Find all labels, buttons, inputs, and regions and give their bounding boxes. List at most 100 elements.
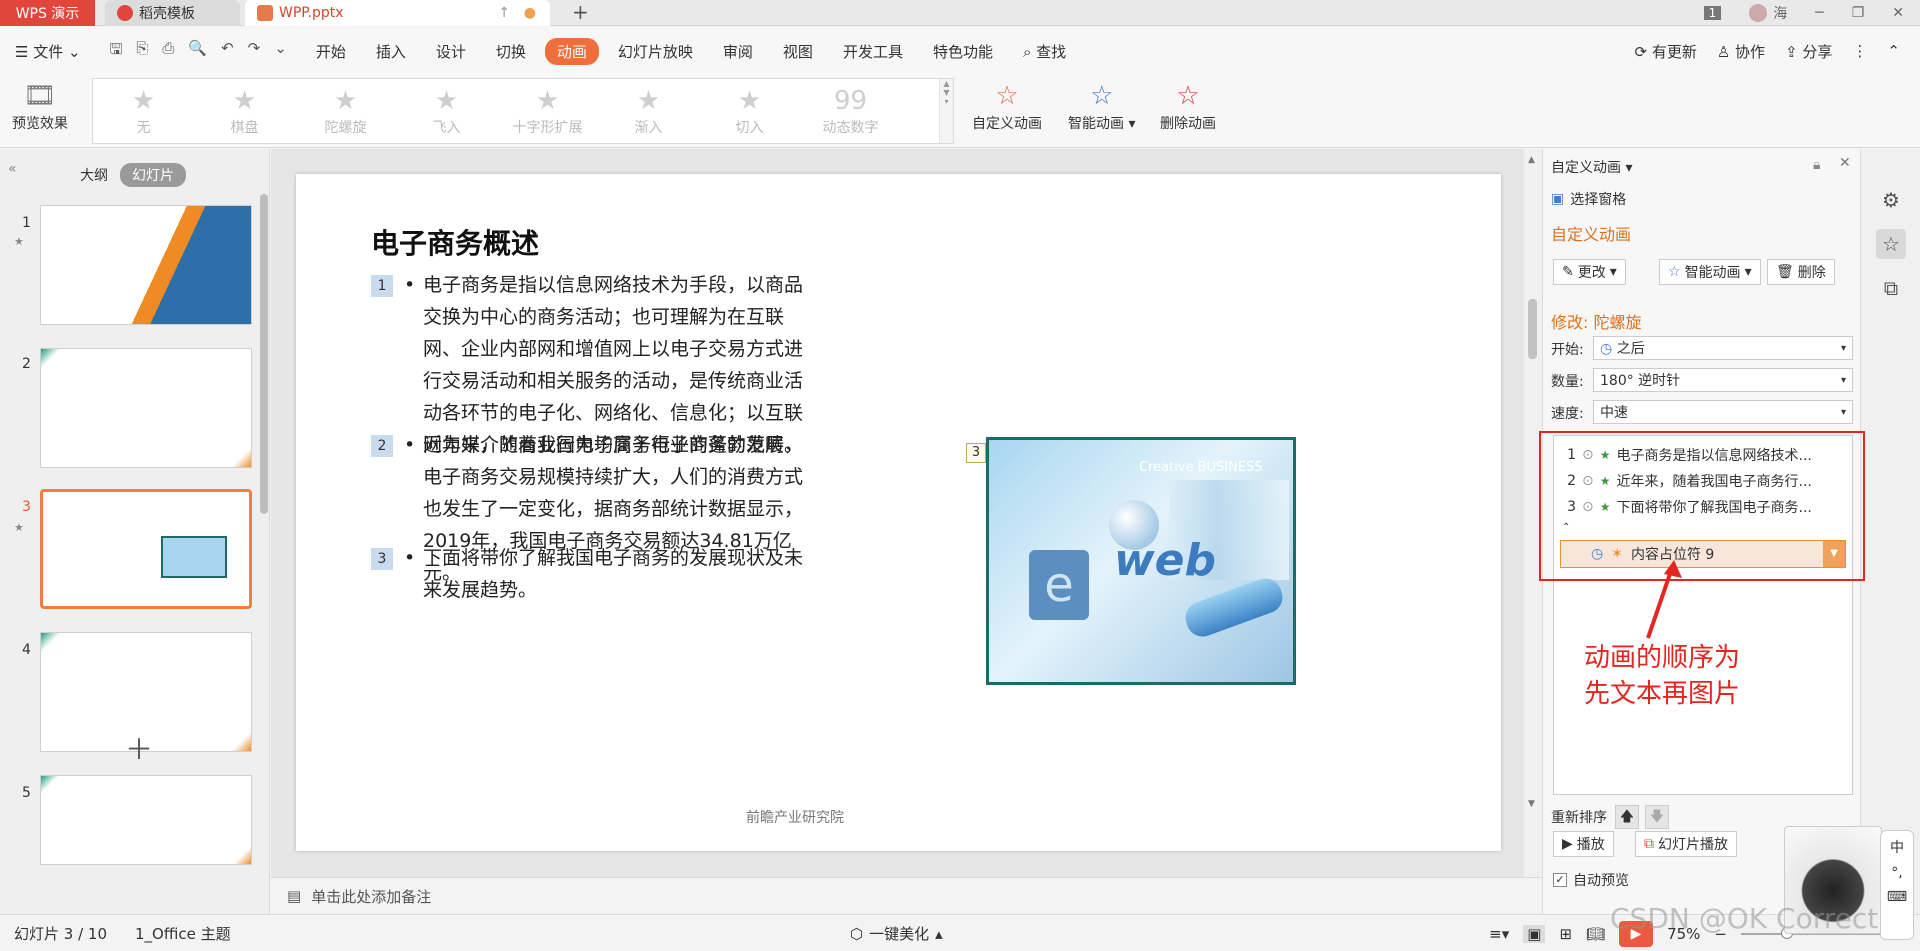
more-options-icon[interactable]: ⋮	[1852, 42, 1867, 60]
selection-pane-link[interactable]: ▣ 选择窗格	[1551, 189, 1626, 209]
menu-animation[interactable]: 动画	[544, 37, 599, 65]
gallery-fade[interactable]: ★ 渐入	[598, 79, 699, 143]
gallery-spin[interactable]: ★ 陀螺旋	[295, 79, 396, 143]
delete-button[interactable]: 🗑︎ 删除	[1767, 259, 1835, 285]
slide-thumbnail-5[interactable]	[40, 775, 252, 865]
gallery-scrollbar[interactable]: ▲ ▼ ▾	[939, 79, 953, 143]
notes-area[interactable]: ▤ 单击此处添加备注	[271, 877, 1542, 914]
slide[interactable]: 电子商务概述 1 • 电子商务是指以信息网络技术为手段，以商品交换为中心的商务活…	[296, 174, 1501, 851]
custom-animation-button[interactable]: ☆ 自定义动画	[972, 79, 1042, 133]
print-preview-icon[interactable]: 🔍	[188, 39, 207, 64]
gallery-none[interactable]: ★ 无	[93, 79, 194, 143]
more-icon[interactable]: ⌄	[274, 39, 287, 64]
slide-thumbnail-1[interactable]	[40, 205, 252, 325]
bullet-icon: •	[404, 434, 416, 456]
panel-close-icon[interactable]: ✕	[1839, 155, 1851, 171]
share-button[interactable]: ⇪ 分享	[1785, 41, 1832, 62]
speed-select[interactable]: 中速 ▾	[1593, 400, 1853, 424]
menu-developer[interactable]: 开发工具	[828, 41, 918, 62]
move-up-button[interactable]: 🡅	[1615, 805, 1639, 829]
paragraph-3[interactable]: 3 • 下面将带你了解我国电子商务的发展现状及未来发展趋势。	[371, 542, 821, 606]
menu-review[interactable]: 审阅	[708, 41, 768, 62]
quick-access: 🖫 ⎘ ⎙ 🔍 ↶ ↷ ⌄	[96, 39, 301, 64]
scroll-up-icon[interactable]: ▲	[1528, 155, 1535, 165]
gallery-fly-in[interactable]: ★ 飞入	[396, 79, 497, 143]
search-button[interactable]: ⌕ 查找	[1008, 41, 1081, 62]
menu-design[interactable]: 设计	[421, 41, 481, 62]
sorter-view-icon[interactable]: ⊞	[1559, 925, 1572, 943]
e-letter-shape: e	[1029, 550, 1089, 620]
template-tab[interactable]: 稻壳模板	[105, 0, 240, 26]
scroll-down-icon[interactable]: ▼	[1528, 799, 1535, 809]
panel-title[interactable]: 自定义动画 ▾	[1551, 157, 1632, 177]
menu-view[interactable]: 视图	[768, 41, 828, 62]
reorder-label: 重新排序 🡅 🡇	[1551, 805, 1669, 829]
print-icon[interactable]: ⎙	[162, 39, 174, 64]
lock-icon[interactable]: 🔒︎	[1813, 157, 1820, 173]
ime-toolbar[interactable]: 中 °, ⌨	[1880, 830, 1914, 940]
properties-icon[interactable]: ⚙	[1876, 185, 1906, 215]
delete-animation-button[interactable]: ☆ 删除动画	[1160, 79, 1216, 133]
tab-outline[interactable]: 大纲	[80, 165, 108, 185]
menu-transition[interactable]: 切换	[481, 41, 541, 62]
beautify-icon: ⬡	[850, 924, 864, 943]
menu-features[interactable]: 特色功能	[918, 41, 1008, 62]
gallery-count[interactable]: 99 动态数字	[800, 79, 901, 143]
collab-button[interactable]: ♙ 协作	[1717, 41, 1765, 62]
gallery-plus[interactable]: ★ 十字形扩展	[497, 79, 598, 143]
upload-icon[interactable]: ↑	[498, 5, 510, 21]
undo-icon[interactable]: ↶	[221, 39, 234, 64]
tab-slides[interactable]: 幻灯片	[120, 163, 186, 187]
notes-toggle-icon[interactable]: ≡▾	[1489, 925, 1509, 943]
bullet-icon: •	[404, 547, 416, 569]
theme-name[interactable]: 1_Office 主题	[121, 923, 245, 944]
user-avatar[interactable]: 海	[1749, 3, 1787, 23]
redo-icon[interactable]: ↷	[248, 39, 261, 64]
scroll-thumb[interactable]	[1528, 299, 1537, 359]
start-select[interactable]: ◷ 之后 ▾	[1593, 336, 1853, 360]
menu-insert[interactable]: 插入	[361, 41, 421, 62]
amount-label: 数量:	[1551, 374, 1584, 390]
minimize-icon[interactable]: ─	[1815, 5, 1823, 21]
speed-label: 速度:	[1551, 406, 1584, 422]
close-icon[interactable]: ✕	[1892, 5, 1904, 21]
change-button[interactable]: ✎ 更改 ▾	[1553, 259, 1626, 285]
app-tab[interactable]: WPS 演示	[0, 0, 95, 26]
business-image[interactable]: Creative BUSINESS e web	[986, 437, 1296, 685]
reading-view-icon[interactable]: 📖︎	[1586, 925, 1605, 943]
slide-title[interactable]: 电子商务概述	[371, 222, 539, 262]
amount-select[interactable]: 180° 逆时针 ▾	[1593, 368, 1853, 392]
move-down-button[interactable]: 🡇	[1645, 805, 1669, 829]
smart-animation-button[interactable]: ☆ 智能动画 ▾	[1068, 79, 1135, 133]
restore-icon[interactable]: ❐	[1852, 5, 1865, 21]
save-icon[interactable]: 🖫	[110, 39, 123, 64]
preview-button[interactable]: 🎞 预览效果	[12, 79, 68, 133]
bullet-icon: •	[404, 274, 416, 296]
collapse-ribbon-icon[interactable]: ⌃	[1887, 42, 1900, 60]
menu-slideshow[interactable]: 幻灯片放映	[603, 41, 708, 62]
transition-icon[interactable]: ⧉	[1876, 273, 1906, 303]
slideshow-button[interactable]: ⧉ 幻灯片播放	[1635, 831, 1737, 857]
update-button[interactable]: ⟳ 有更新	[1634, 41, 1696, 62]
gallery-checkerboard[interactable]: ★ 棋盘	[194, 79, 295, 143]
normal-view-icon[interactable]: ▣	[1523, 924, 1546, 943]
add-slide-icon[interactable]: ＋	[125, 728, 153, 768]
thumbnail-scrollbar[interactable]	[260, 194, 268, 514]
new-tab-icon[interactable]: +	[572, 0, 589, 24]
file-menu[interactable]: ☰ 文件 ⌄	[0, 41, 96, 62]
document-tab[interactable]: WPP.pptx ↑ ●	[245, 0, 550, 26]
gallery-peek[interactable]: ★ 切入	[699, 79, 800, 143]
play-button[interactable]: ▶ 播放	[1553, 831, 1614, 857]
star-icon: ★	[333, 86, 358, 116]
menu-home[interactable]: 开始	[301, 41, 361, 62]
autopreview-checkbox[interactable]: ✓ 自动预览	[1553, 870, 1629, 890]
collapse-panel-icon[interactable]: «	[8, 161, 17, 177]
custom-animation-icon: ☆	[995, 81, 1019, 111]
format-painter-icon[interactable]: ⎘	[136, 39, 148, 64]
animation-star-sidebar-icon[interactable]: ☆	[1876, 229, 1906, 259]
slide-thumbnail-3[interactable]	[40, 489, 252, 609]
star-icon: ★	[131, 86, 156, 116]
slide-thumbnail-2[interactable]	[40, 348, 252, 468]
beautify-button[interactable]: ⬡ 一键美化 ▴	[850, 915, 943, 951]
smart-animation-dropdown[interactable]: ☆ 智能动画 ▾	[1659, 259, 1761, 285]
